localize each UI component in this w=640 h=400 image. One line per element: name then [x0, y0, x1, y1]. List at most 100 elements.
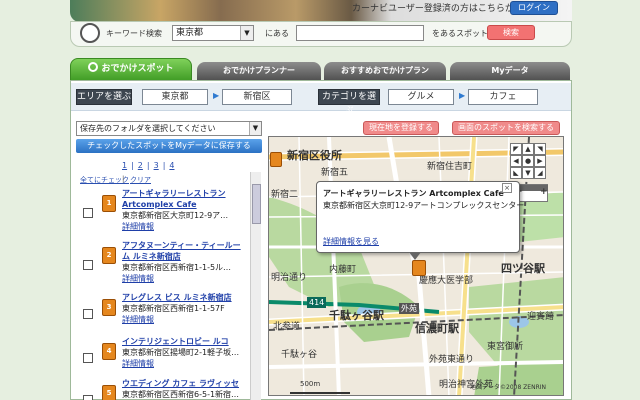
map-marker-icon[interactable] [270, 152, 282, 167]
area-select-value: 東京都 [176, 28, 204, 38]
pan-center-icon[interactable]: ● [522, 155, 534, 167]
crumb-area-shinjuku[interactable]: 新宿区 [222, 89, 292, 105]
map-marker-icon[interactable] [412, 260, 426, 276]
popup-detail-link[interactable]: 詳細情報を見る [323, 236, 379, 247]
map-label: 千駄ヶ谷 [281, 350, 318, 360]
search-visible-spots-button[interactable]: 画面のスポットを検索する [452, 121, 560, 135]
category-select-heading: カテゴリを選ぶ [318, 89, 380, 116]
map-copyright: 地図データ©2008 ZENRIN [470, 384, 546, 391]
map-label: 新宿住吉町 [427, 162, 473, 172]
keyword-input[interactable] [296, 25, 424, 41]
map-marker-icon: 2 [102, 247, 116, 264]
spot-address: 東京都新宿区西新宿1-1-57F [122, 304, 225, 313]
aru-label: にある [265, 29, 289, 38]
checkbox[interactable] [83, 395, 93, 400]
crumb-area-tokyo[interactable]: 東京都 [142, 89, 208, 105]
scroll-thumb[interactable] [252, 184, 261, 224]
detail-link[interactable]: 詳細情報 [122, 273, 154, 284]
map-label: 信濃町駅 [415, 322, 459, 335]
separator: | [122, 175, 125, 183]
map-label: 外苑東通り [429, 355, 475, 365]
map-label: 慶應大医学部 [419, 276, 474, 286]
checkbox[interactable] [83, 353, 93, 363]
map-marker-icon: 5 [102, 385, 116, 400]
map-label: 新宿五 [321, 168, 349, 178]
map-scale: 500m [300, 380, 321, 388]
map-label: 千駄ヶ谷駅 [329, 309, 384, 322]
close-icon[interactable]: × [502, 183, 512, 193]
arrow-right-icon: ▶ [213, 91, 220, 100]
scale-bar [290, 392, 350, 394]
map-label: 新宿二 [271, 190, 299, 200]
page-link[interactable]: 4 [169, 161, 174, 170]
tab-label: おでかけスポット [101, 64, 174, 74]
map-label: 外苑 [399, 303, 419, 314]
page-link[interactable]: 3 [154, 161, 159, 170]
spot-name-link[interactable]: ム ルミネ新宿店 [122, 251, 252, 262]
map-label: 北参道 [273, 322, 301, 332]
page-link[interactable]: 1 [122, 161, 127, 170]
spot-name-link[interactable]: ウエディング カフェ ラヴィッセ [122, 378, 252, 389]
pan-up-icon[interactable]: ▲ [522, 143, 534, 155]
map-label: 四ツ谷駅 [501, 262, 545, 275]
chevron-down-icon: ▼ [249, 122, 261, 135]
map-label: 迎賓館 [527, 312, 555, 322]
pan-down-icon[interactable]: ▼ [522, 167, 534, 179]
clear-link[interactable]: クリア [130, 175, 151, 185]
spot-address: 東京都新宿区西新宿6-5-1新宿… [122, 390, 240, 399]
page-link[interactable]: 2 [138, 161, 143, 170]
spot-address: 東京都新宿区揚場町2-1軽子坂… [122, 348, 240, 357]
spot-list: 1 アートギャラリーレストラン Artcomplex Cafe 東京都新宿区大京… [76, 185, 262, 400]
map-marker-icon: 4 [102, 343, 116, 360]
chevron-down-icon: ▼ [240, 26, 253, 40]
popup-address: 東京都新宿区大京町12-9アートコンプレックスセンター [323, 201, 525, 210]
tab-my-data[interactable]: Myデータ [450, 62, 570, 82]
register-location-button[interactable]: 現在地を登録する [363, 121, 439, 135]
banner-note: カーナビユーザー登録済の方はこちらから [352, 4, 523, 14]
map-label: 新宿区役所 [287, 149, 342, 162]
save-to-mydata-button[interactable]: チェックしたスポットをMyデータに保存する [76, 139, 262, 153]
detail-link[interactable]: 詳細情報 [122, 221, 154, 232]
folder-select-value: 保存先のフォルダを選択してください [80, 124, 216, 133]
arrow-right-icon: ▶ [459, 91, 466, 100]
tab-recommended-plan[interactable]: おすすめおでかけプラン [324, 62, 446, 82]
spot-address: 東京都新宿区西新宿1-1-5ル… [122, 263, 232, 272]
tab-odekake-spot[interactable]: おでかけスポット [70, 58, 192, 82]
checkbox[interactable] [83, 208, 93, 218]
search-icon [80, 23, 100, 43]
crumb-category-gourmet[interactable]: グルメ [388, 89, 454, 105]
checkbox[interactable] [83, 260, 93, 270]
map-label: 東宮御所 [487, 342, 524, 352]
detail-link[interactable]: 詳細情報 [122, 314, 154, 325]
login-button[interactable]: ログイン [510, 1, 558, 15]
tab-odekake-planner[interactable]: おでかけプランナー [197, 62, 321, 82]
pan-upleft-icon[interactable]: ◤ [510, 143, 522, 155]
pan-right-icon[interactable]: ▶ [534, 155, 546, 167]
crumb-category-cafe[interactable]: カフェ [468, 89, 538, 105]
map-marker-icon: 1 [102, 195, 116, 212]
spot-name-link[interactable]: アレグレス ビス ルミネ新宿店 [122, 292, 252, 303]
list-scrollbar[interactable] [250, 172, 261, 400]
popup-title: アートギャラリーレストラン Artcomplex Cafe [323, 189, 504, 198]
spot-name-link[interactable]: Artcomplex Cafe [122, 199, 252, 210]
magnifier-icon [88, 62, 99, 72]
pan-upright-icon[interactable]: ◥ [534, 143, 546, 155]
pan-left-icon[interactable]: ◀ [510, 155, 522, 167]
map-label: 414 [307, 297, 327, 308]
zoom-in-icon[interactable]: + [540, 187, 548, 197]
keyword-search-label: キーワード検索 [106, 29, 162, 38]
spot-name-link[interactable]: アフタヌーンティー・ティールー [122, 240, 252, 251]
spot-name-link[interactable]: インテリジェントロビー ルコ [122, 336, 252, 347]
pager: 1 | 2 | 3 | 4 [122, 161, 175, 170]
map-label: 明治通り [271, 273, 308, 283]
search-button[interactable]: 検索 [487, 25, 535, 40]
area-select-heading: エリアを選ぶ [76, 89, 132, 105]
pan-downright-icon[interactable]: ◢ [534, 167, 546, 179]
area-select[interactable]: 東京都 ▼ [172, 25, 254, 41]
detail-link[interactable]: 詳細情報 [122, 358, 154, 369]
spot-name-link[interactable]: アートギャラリーレストラン [122, 188, 252, 199]
folder-select[interactable]: 保存先のフォルダを選択してください ▼ [76, 121, 262, 136]
map-label: 内藤町 [329, 265, 357, 275]
checkbox[interactable] [83, 309, 93, 319]
pan-downleft-icon[interactable]: ◣ [510, 167, 522, 179]
